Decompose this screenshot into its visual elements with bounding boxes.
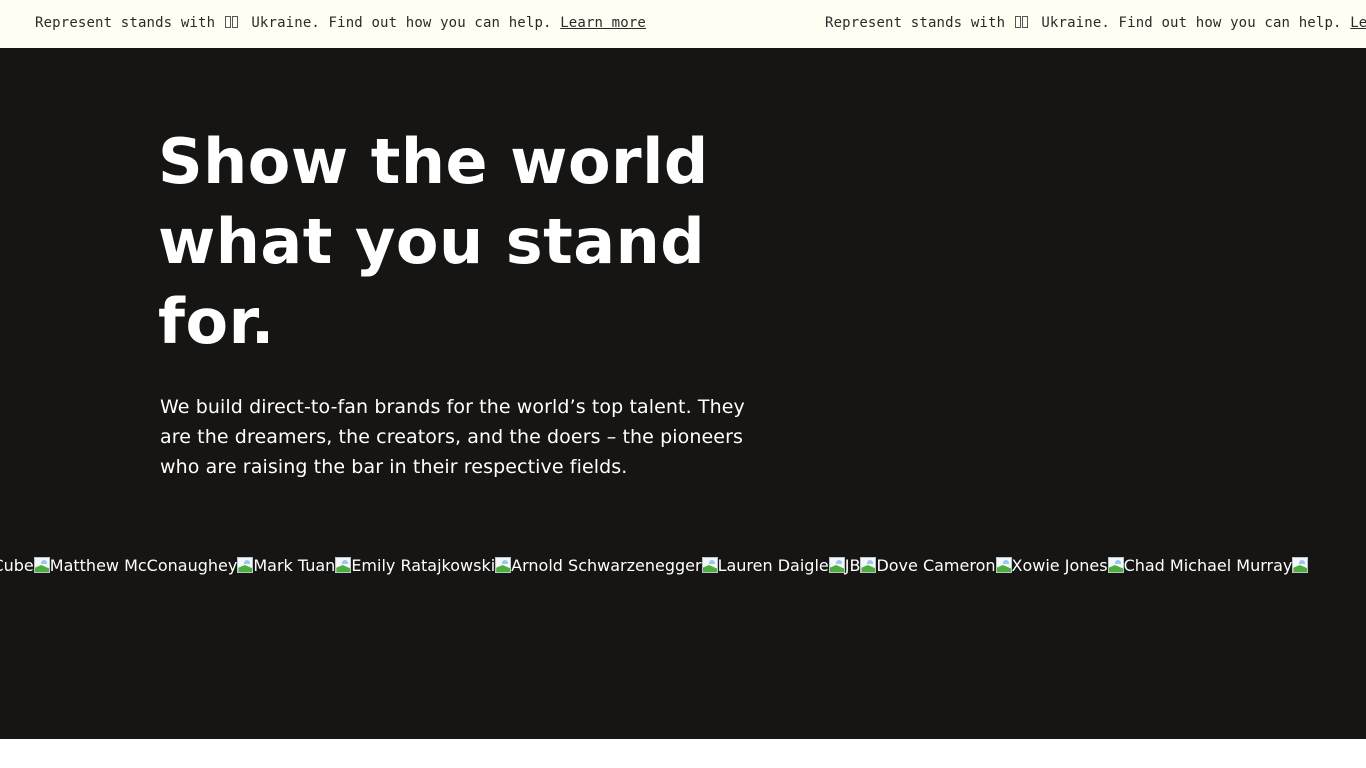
broken-image-icon [1107,557,1124,573]
talent-name: Xowie Jones [1011,555,1108,575]
hero-headline: Show the world what you stand for. [158,125,709,358]
broken-image-icon [860,557,877,573]
talent-carousel: Ice Cube Matthew McConaughey Mark Tuan Emil… [0,552,1309,578]
broken-image-icon [995,557,1012,573]
talent-name: JB [844,555,861,575]
broken-image-icon [495,557,512,573]
talent-item[interactable]: Chad Michael Murray [1107,555,1293,575]
banner-message-suffix: Ukraine. Find out how you can help. [1041,15,1342,31]
banner-message-suffix: Ukraine. Find out how you can help. [251,15,552,31]
talent-item[interactable]: Mark Tuan [237,556,335,575]
learn-more-link[interactable]: Learn more [560,15,646,31]
talent-item[interactable]: Arnold Schwarzenegger [495,555,702,575]
hero-description: We build direct-to-fan brands for the wo… [160,396,745,478]
talent-name: Ice Cube [0,555,34,575]
ukraine-flag-icon [1014,15,1029,31]
banner-message: Represent stands with Ukraine. Find out … [35,15,646,31]
talent-item[interactable]: Dove Cameron [860,555,996,575]
banner-message-prefix: Represent stands with [825,15,1006,31]
talent-name: Matthew McConaughey [49,555,238,575]
talent-item[interactable]: Matthew McConaughey [33,555,238,575]
talent-item[interactable]: JB [828,555,861,575]
broken-image-icon [237,557,254,573]
talent-name: Dove Cameron [876,555,996,575]
broken-image-icon [701,557,718,573]
announcement-banner: Represent stands with Ukraine. Find out … [0,0,1366,48]
banner-message-prefix: Represent stands with [35,15,216,31]
talent-name: Arnold Schwarzenegger [511,555,702,575]
talent-name: Emily Ratajkowski [351,555,496,575]
broken-image-icon [33,557,50,573]
talent-name: Chad Michael Murray [1123,555,1293,575]
talent-name: Lauren Daigle [717,555,829,575]
ukraine-flag-icon [224,15,239,31]
talent-name: Mark Tuan [253,555,336,575]
broken-image-icon [1292,557,1309,573]
talent-item[interactable]: Lauren Daigle [701,555,829,575]
banner-message-repeat: Represent stands with Ukraine. Find out … [825,15,1366,31]
broken-image-icon [828,557,845,573]
broken-image-icon [335,557,352,573]
hero-section: Show the world what you stand for. We bu… [0,48,1366,739]
talent-item[interactable]: Emily Ratajkowski [335,556,495,575]
talent-item[interactable]: Ice Cube [0,556,34,575]
page-below-hero [0,739,1366,768]
talent-item[interactable]: Xowie Jones [995,555,1108,575]
learn-more-link[interactable]: Learn more [1350,15,1366,31]
